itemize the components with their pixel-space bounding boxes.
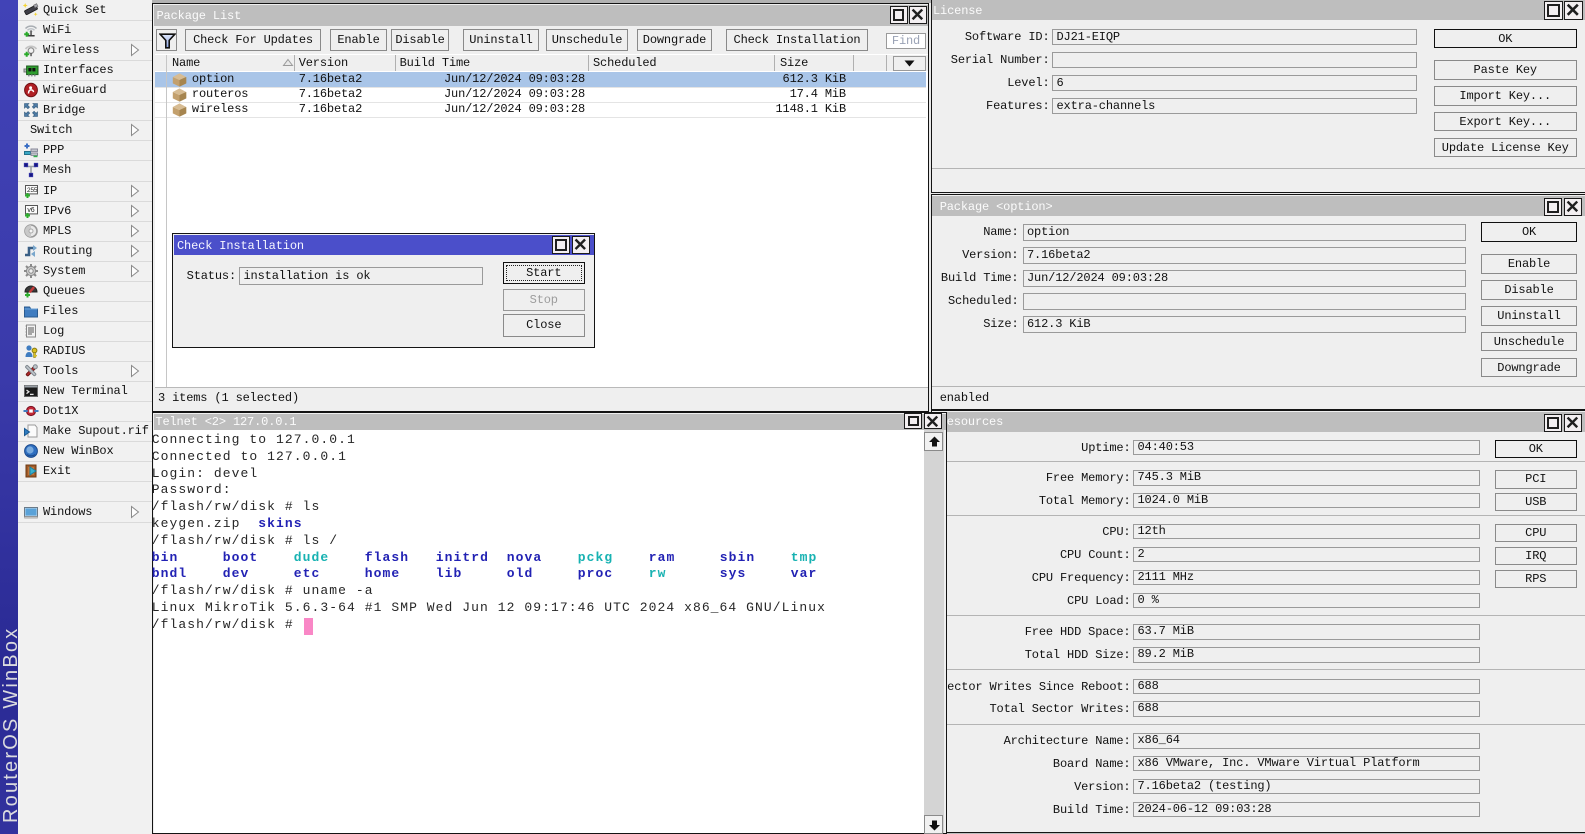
svg-text:255: 255 — [27, 187, 38, 194]
svg-text:v6: v6 — [27, 207, 34, 214]
